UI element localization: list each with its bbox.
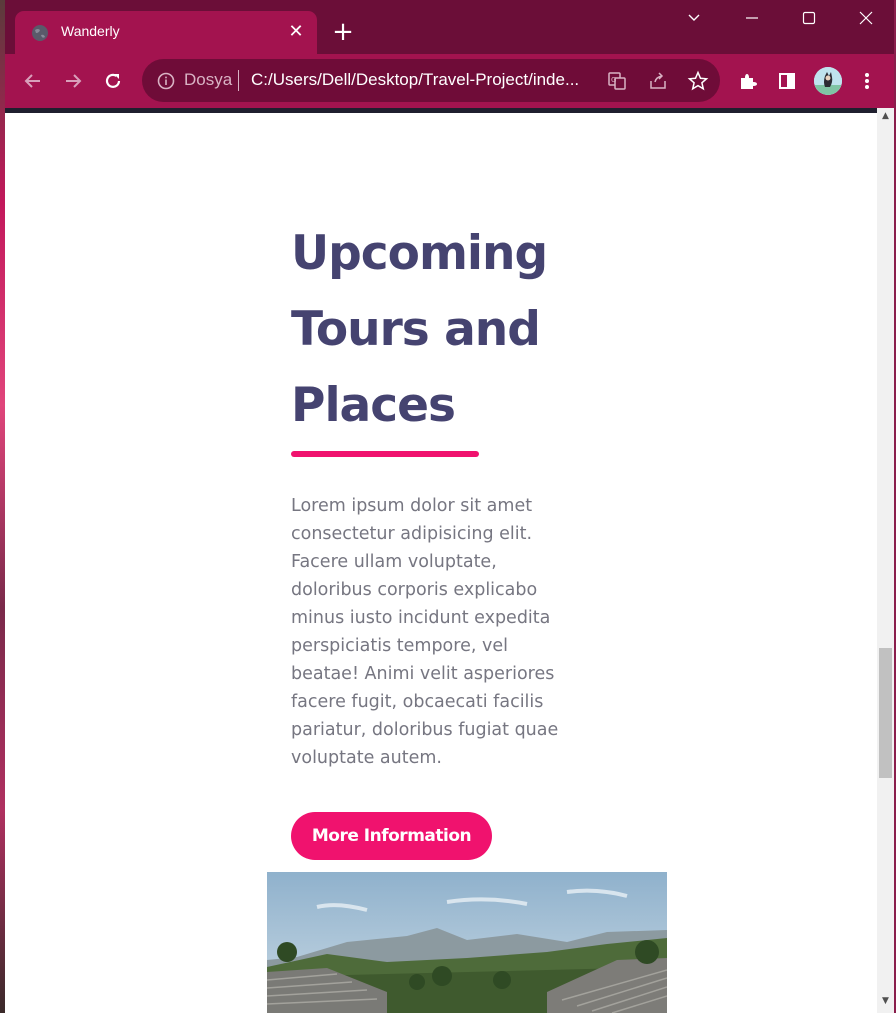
minimize-icon[interactable] bbox=[737, 8, 767, 32]
chevron-down-icon[interactable] bbox=[679, 8, 709, 32]
scroll-thumb[interactable] bbox=[879, 648, 892, 778]
menu-icon[interactable] bbox=[853, 67, 881, 95]
browser-window: Wanderly ✕ + Dosya C:/Users/Dell/Desktop… bbox=[5, 0, 894, 1013]
maximize-icon[interactable] bbox=[794, 8, 824, 32]
section-heading: Upcoming Tours and Places bbox=[291, 226, 548, 433]
share-icon[interactable] bbox=[647, 70, 669, 92]
address-scheme-label: Dosya bbox=[184, 70, 233, 89]
avatar[interactable] bbox=[814, 67, 842, 95]
window-close-icon[interactable] bbox=[851, 8, 881, 32]
reload-icon[interactable] bbox=[99, 67, 127, 95]
info-icon[interactable] bbox=[156, 71, 176, 91]
globe-icon bbox=[32, 25, 48, 41]
page-header-edge bbox=[5, 108, 877, 113]
address-separator bbox=[238, 70, 239, 91]
title-bar: Wanderly ✕ + bbox=[5, 0, 894, 54]
heading-underline bbox=[291, 451, 479, 457]
address-bar[interactable]: Dosya C:/Users/Dell/Desktop/Travel-Proje… bbox=[142, 59, 720, 102]
more-information-button[interactable]: More Information bbox=[291, 812, 492, 860]
back-icon[interactable] bbox=[19, 67, 47, 95]
forward-icon[interactable] bbox=[59, 67, 87, 95]
extensions-icon[interactable] bbox=[733, 67, 761, 95]
browser-tab[interactable]: Wanderly ✕ bbox=[15, 11, 317, 54]
page-scrollbar[interactable]: ▲ ▼ bbox=[877, 108, 894, 1013]
page-content: Upcoming Tours and Places Lorem ipsum do… bbox=[5, 108, 877, 1013]
address-url[interactable]: C:/Users/Dell/Desktop/Travel-Project/ind… bbox=[251, 70, 579, 90]
svg-text:G: G bbox=[611, 76, 616, 84]
scroll-down-icon[interactable]: ▼ bbox=[877, 993, 894, 1010]
plus-icon[interactable]: + bbox=[331, 19, 355, 45]
section-body-text: Lorem ipsum dolor sit amet consectetur a… bbox=[291, 496, 559, 768]
tour-photo bbox=[267, 872, 667, 1013]
side-panel-icon[interactable] bbox=[773, 67, 801, 95]
browser-toolbar: Dosya C:/Users/Dell/Desktop/Travel-Proje… bbox=[5, 54, 894, 162]
translate-icon[interactable]: G bbox=[606, 70, 628, 92]
tab-title: Wanderly bbox=[61, 23, 120, 39]
star-icon[interactable] bbox=[687, 70, 709, 92]
close-icon[interactable]: ✕ bbox=[285, 21, 307, 43]
scroll-up-icon[interactable]: ▲ bbox=[877, 108, 894, 125]
